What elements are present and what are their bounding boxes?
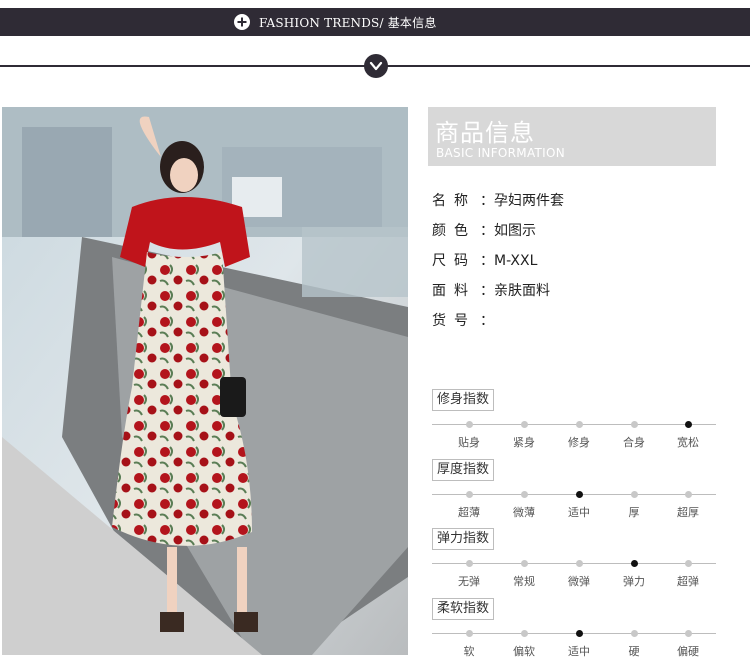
scale-option-label: 无弹 bbox=[458, 575, 480, 588]
scale-label: 弹力指数 bbox=[432, 528, 495, 550]
plus-circle-icon bbox=[234, 14, 250, 30]
scale-option-label: 偏软 bbox=[513, 645, 535, 658]
attr-value: 如图示 bbox=[494, 223, 536, 239]
attr-row-item-number: 货号： bbox=[432, 310, 494, 330]
attr-value: M-XXL bbox=[494, 253, 538, 269]
scale-dot bbox=[685, 560, 692, 567]
attr-key: 面料 bbox=[432, 283, 476, 299]
scale-dot bbox=[576, 491, 583, 498]
scale-option-label: 弹力 bbox=[623, 575, 645, 588]
scale-label: 柔软指数 bbox=[432, 598, 495, 620]
scale-option-label: 适中 bbox=[568, 645, 590, 658]
scale-option-label: 合身 bbox=[623, 436, 645, 449]
scale-option-label: 硬 bbox=[628, 645, 640, 658]
model-photo bbox=[2, 107, 408, 655]
scale-dot bbox=[631, 491, 638, 498]
attr-key: 颜色 bbox=[432, 223, 476, 239]
scale-dot bbox=[631, 560, 638, 567]
info-title-zh: 商品信息 bbox=[435, 119, 535, 147]
attr-row-size: 尺码 ：M-XXL bbox=[432, 250, 537, 270]
scale-option-label: 适中 bbox=[568, 506, 590, 519]
attr-row-name: 名称 ：孕妇两件套 bbox=[432, 190, 564, 210]
product-info-header: 商品信息 BASIC INFORMATION bbox=[428, 107, 716, 166]
attr-key: 货号 bbox=[432, 313, 476, 329]
scale-option-label: 宽松 bbox=[677, 436, 699, 449]
scale-dot bbox=[631, 421, 638, 428]
scale-option-label: 修身 bbox=[568, 436, 590, 449]
scale-option-label: 超弹 bbox=[677, 575, 699, 588]
scale-dot bbox=[685, 421, 692, 428]
scale-option-label: 厚 bbox=[628, 506, 640, 519]
attr-value: 孕妇两件套 bbox=[494, 193, 564, 209]
scale-label: 厚度指数 bbox=[432, 459, 495, 481]
scale-line bbox=[432, 494, 716, 495]
scale-option-label: 超薄 bbox=[458, 506, 480, 519]
scale-dot bbox=[685, 630, 692, 637]
top-banner: FASHION TRENDS/ 基本信息 bbox=[0, 8, 750, 36]
scale-option-label: 偏硬 bbox=[677, 645, 699, 658]
scale-dot bbox=[521, 421, 528, 428]
scale-option-label: 紧身 bbox=[513, 436, 535, 449]
scale-option-label: 贴身 bbox=[458, 436, 480, 449]
info-title-en: BASIC INFORMATION bbox=[436, 146, 566, 160]
scale-dot bbox=[631, 630, 638, 637]
scale-option-label: 微薄 bbox=[513, 506, 535, 519]
attr-row-color: 颜色 ：如图示 bbox=[432, 220, 536, 240]
scale-option-label: 超厚 bbox=[677, 506, 699, 519]
scale-dot bbox=[576, 630, 583, 637]
attr-key: 名称 bbox=[432, 193, 476, 209]
scale-option-label: 常规 bbox=[513, 575, 535, 588]
scale-line bbox=[432, 563, 716, 564]
scale-label: 修身指数 bbox=[432, 389, 495, 411]
scale-dot bbox=[685, 491, 692, 498]
scale-dot bbox=[521, 560, 528, 567]
chevron-down-icon[interactable] bbox=[364, 54, 388, 78]
scale-dot bbox=[466, 560, 473, 567]
scale-line bbox=[432, 424, 716, 425]
scale-option-label: 微弹 bbox=[568, 575, 590, 588]
scale-dot bbox=[576, 421, 583, 428]
scale-dot bbox=[466, 630, 473, 637]
scale-dot bbox=[521, 630, 528, 637]
scale-dot bbox=[466, 491, 473, 498]
banner-title: FASHION TRENDS/ 基本信息 bbox=[259, 16, 437, 30]
scale-dot bbox=[576, 560, 583, 567]
scale-dot bbox=[466, 421, 473, 428]
attr-key: 尺码 bbox=[432, 253, 476, 269]
scale-line bbox=[432, 633, 716, 634]
attr-row-fabric: 面料 ：亲肤面料 bbox=[432, 280, 550, 300]
attr-value: 亲肤面料 bbox=[494, 283, 550, 299]
scale-dot bbox=[521, 491, 528, 498]
scale-option-label: 软 bbox=[463, 645, 475, 658]
